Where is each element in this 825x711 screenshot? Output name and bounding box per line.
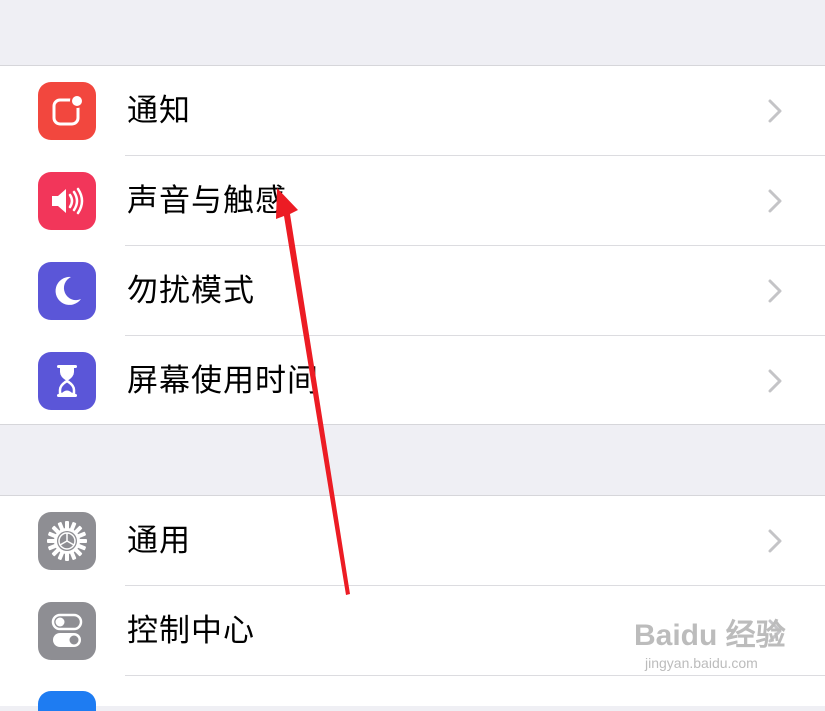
settings-row-label: 屏幕使用时间: [127, 363, 319, 399]
watermark-url: jingyan.baidu.com: [645, 655, 758, 671]
settings-row-label: 通用: [127, 523, 191, 559]
hourglass-icon: [38, 352, 96, 410]
settings-row-screen-time[interactable]: 屏幕使用时间: [0, 336, 825, 426]
settings-row-label: 勿扰模式: [127, 273, 255, 309]
sounds-icon: [38, 172, 96, 230]
settings-row-sounds[interactable]: 声音与触感: [0, 156, 825, 246]
notifications-icon: [38, 82, 96, 140]
settings-row-label: 声音与触感: [127, 183, 287, 219]
chevron-right-icon: [768, 279, 782, 303]
display-icon-partial: [38, 691, 96, 711]
settings-row-do-not-disturb[interactable]: 勿扰模式: [0, 246, 825, 336]
settings-group-1: 通知 声音与触感 勿扰模式 屏幕使用时间: [0, 65, 825, 425]
settings-group-2: 通用 控制中心: [0, 495, 825, 711]
row-divider: [125, 675, 825, 676]
gear-icon: [38, 512, 96, 570]
settings-row-general[interactable]: 通用: [0, 496, 825, 586]
toggles-icon: [38, 602, 96, 660]
chevron-right-icon: [768, 99, 782, 123]
settings-row-label: 控制中心: [127, 613, 255, 649]
chevron-right-icon: [768, 189, 782, 213]
watermark-brand: Baidu 经验: [634, 619, 786, 652]
settings-row-notifications[interactable]: 通知: [0, 66, 825, 156]
chevron-right-icon: [768, 369, 782, 393]
settings-row-label: 通知: [127, 93, 191, 129]
chevron-right-icon: [768, 529, 782, 553]
moon-icon: [38, 262, 96, 320]
